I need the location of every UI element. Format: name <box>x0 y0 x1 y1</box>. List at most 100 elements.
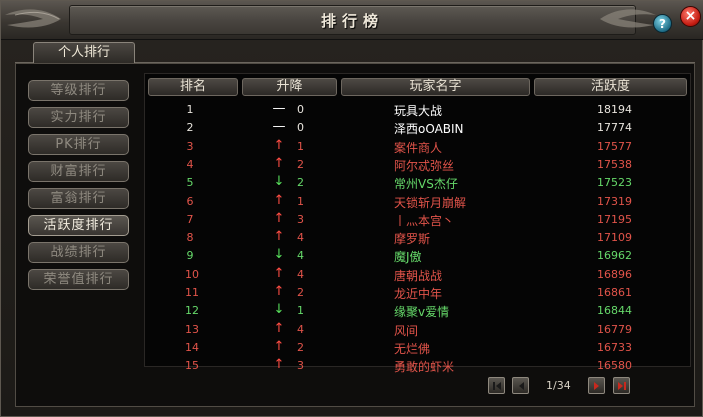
page-indicator: 1/34 <box>546 379 571 392</box>
trend-up-icon: ↑ <box>273 265 285 281</box>
ranking-row[interactable]: 3 ↑ 1 案件商人 17577 <box>147 138 687 156</box>
tab-strip: 个人排行 <box>15 40 695 63</box>
category-strength-button[interactable]: 实力排行 <box>28 107 129 128</box>
rank-cell: 6 <box>186 194 194 208</box>
category-honor-button[interactable]: 荣誉值排行 <box>28 269 129 290</box>
ranking-row[interactable]: 4 ↑ 2 阿尔忒弥丝 17538 <box>147 156 687 174</box>
activity-score-cell: 17109 <box>597 231 632 245</box>
trend-up-icon: ↑ <box>273 284 285 299</box>
category-rich-button[interactable]: 富翁排行 <box>28 188 129 209</box>
player-name-cell: 天锁斩月崩解 <box>394 195 467 210</box>
help-button-icon[interactable]: ? <box>653 14 672 33</box>
change-cell: 1 <box>297 194 304 208</box>
window-title: 排行榜 <box>320 12 384 30</box>
next-page-icon <box>594 382 599 390</box>
category-pk-button[interactable]: PK排行 <box>28 134 129 155</box>
last-page-icon <box>618 382 626 390</box>
player-name-cell: 泽西oOABIN <box>394 122 464 137</box>
activity-score-cell: 16580 <box>597 359 632 373</box>
activity-score-cell: 16962 <box>597 249 632 263</box>
trend-up-icon: ↑ <box>273 229 285 245</box>
trend-down-icon: ↓ <box>273 174 285 190</box>
change-cell: 1 <box>297 304 304 318</box>
category-level-button[interactable]: 等级排行 <box>28 80 129 101</box>
activity-score-cell: 17774 <box>597 121 632 135</box>
player-name-cell: 常州VS杰仔 <box>394 177 458 192</box>
rank-cell: 3 <box>186 139 194 153</box>
first-page-button[interactable] <box>488 377 505 394</box>
player-name-cell: 阿尔忒弥丝 <box>394 158 455 173</box>
title-plate: 排行榜 <box>69 5 636 35</box>
rank-cell: 5 <box>186 176 194 190</box>
player-name-cell: 风间 <box>394 323 419 338</box>
trend-up-icon: ↑ <box>273 357 285 373</box>
change-cell: 0 <box>297 121 304 135</box>
trend-up-icon: ↑ <box>273 137 285 153</box>
change-cell: 4 <box>297 231 304 245</box>
trend-up-icon: ↑ <box>273 155 285 171</box>
ranking-row[interactable]: 10 ↑ 4 唐朝战战 16896 <box>147 266 687 284</box>
trend-flat-icon: — <box>272 119 286 135</box>
ranking-row[interactable]: 9 ↓ 4 魔J傲 16962 <box>147 247 687 265</box>
ranking-row[interactable]: 7 ↑ 3 丨灬本宫丶 17195 <box>147 211 687 229</box>
change-cell: 4 <box>297 322 304 336</box>
category-record-button[interactable]: 战绩排行 <box>28 242 129 263</box>
rank-cell: 13 <box>185 322 199 336</box>
title-bar[interactable]: 排行榜 ? × <box>1 1 703 40</box>
ranking-row[interactable]: 13 ↑ 4 风间 16779 <box>147 321 687 339</box>
change-cell: 3 <box>297 212 304 226</box>
change-cell: 4 <box>297 249 304 263</box>
change-cell: 4 <box>297 267 304 281</box>
ranking-row[interactable]: 5 ↓ 2 常州VS杰仔 17523 <box>147 174 687 192</box>
change-cell: 3 <box>297 359 304 373</box>
activity-score-cell: 17538 <box>597 157 632 171</box>
rank-cell: 12 <box>185 304 199 318</box>
header-activity[interactable]: 活跃度 <box>534 78 687 96</box>
change-cell: 2 <box>297 340 304 354</box>
activity-score-cell: 16779 <box>597 322 632 336</box>
ranking-row[interactable]: 2 — 0 泽西oOABIN 17774 <box>147 119 687 137</box>
ranking-row[interactable]: 12 ↓ 1 缘聚v爱情 16844 <box>147 302 687 320</box>
ranking-row[interactable]: 11 ↑ 2 龙近中年 16861 <box>147 284 687 302</box>
close-button-icon[interactable]: × <box>680 6 701 27</box>
trend-down-icon: ↓ <box>273 247 285 263</box>
ranking-row[interactable]: 15 ↑ 3 勇敢的虾米 16580 <box>147 357 687 375</box>
rank-cell: 9 <box>186 249 194 263</box>
change-cell: 2 <box>297 176 304 190</box>
rank-cell: 2 <box>186 121 194 135</box>
player-name-cell: 缘聚v爱情 <box>394 305 450 320</box>
header-player-name[interactable]: 玩家名字 <box>341 78 530 96</box>
category-activity-button[interactable]: 活跃度排行 <box>28 215 129 236</box>
ranking-category-list: 等级排行 实力排行 PK排行 财富排行 富翁排行 活跃度排行 战绩排行 荣誉值排… <box>28 80 132 296</box>
ranking-row[interactable]: 6 ↑ 1 天锁斩月崩解 17319 <box>147 193 687 211</box>
activity-score-cell: 18194 <box>597 103 632 116</box>
ranking-window: 排行榜 ? × 个人排行 等级排行 实力排行 PK排行 财富排行 富翁排行 活跃… <box>0 0 703 417</box>
rank-cell: 14 <box>185 340 199 354</box>
trend-down-icon: ↓ <box>273 302 285 318</box>
ranking-row[interactable]: 8 ↑ 4 摩罗斯 17109 <box>147 229 687 247</box>
change-cell: 2 <box>297 286 304 299</box>
player-name-cell: 龙近中年 <box>394 287 443 301</box>
change-cell: 2 <box>297 157 304 171</box>
activity-score-cell: 17319 <box>597 194 632 208</box>
trend-up-icon: ↑ <box>273 338 285 354</box>
change-cell: 0 <box>297 103 304 116</box>
player-name-cell: 摩罗斯 <box>394 232 431 247</box>
ranking-row[interactable]: 1 — 0 玩具大战 18194 <box>147 101 687 119</box>
ranking-row[interactable]: 14 ↑ 2 无烂佛 16733 <box>147 339 687 357</box>
trend-up-icon: ↑ <box>273 210 285 226</box>
last-page-button[interactable] <box>613 377 630 394</box>
activity-score-cell: 16861 <box>597 286 632 299</box>
player-name-cell: 魔J傲 <box>394 250 422 265</box>
prev-page-button[interactable] <box>512 377 529 394</box>
rank-cell: 7 <box>186 212 194 226</box>
header-change[interactable]: 升降 <box>242 78 337 96</box>
tab-personal-ranking[interactable]: 个人排行 <box>33 42 135 63</box>
player-name-cell: 案件商人 <box>394 140 443 155</box>
header-rank[interactable]: 排名 <box>148 78 238 96</box>
activity-score-cell: 17577 <box>597 139 632 153</box>
player-name-cell: 丨灬本宫丶 <box>394 213 455 228</box>
player-name-cell: 唐朝战战 <box>394 268 443 283</box>
category-wealth-button[interactable]: 财富排行 <box>28 161 129 182</box>
next-page-button[interactable] <box>588 377 605 394</box>
